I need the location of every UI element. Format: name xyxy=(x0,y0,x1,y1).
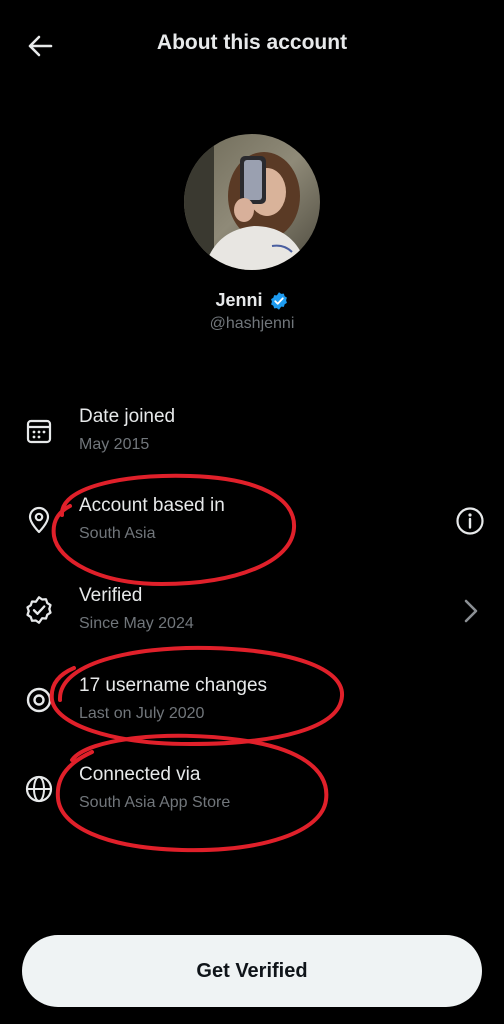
detail-label: Date joined xyxy=(79,406,176,427)
avatar xyxy=(184,134,320,270)
detail-value: South Asia App Store xyxy=(79,794,231,811)
detail-value: South Asia xyxy=(79,525,156,542)
globe-icon xyxy=(22,772,56,806)
page-title: About this account xyxy=(156,31,348,54)
detail-row-connected-via: Connected via South Asia App Store xyxy=(0,762,504,832)
detail-label: Connected via xyxy=(79,764,201,785)
detail-value: Last on July 2020 xyxy=(79,705,205,722)
profile-name: Jenni xyxy=(215,290,263,310)
location-pin-icon xyxy=(22,503,56,537)
calendar-icon xyxy=(22,414,56,448)
detail-row-date-joined: Date joined May 2015 xyxy=(0,404,504,474)
detail-value: May 2015 xyxy=(79,436,150,453)
profile-name-row: Jenni xyxy=(0,290,504,311)
detail-label: Verified xyxy=(79,585,143,606)
chevron-right-icon xyxy=(452,593,488,629)
verified-badge-icon xyxy=(270,291,287,310)
username-at-icon xyxy=(22,683,56,717)
profile-handle: @hashjenni xyxy=(209,315,295,332)
detail-row-username-changes: 17 username changes Last on July 2020 xyxy=(0,673,504,743)
detail-value: Since May 2024 xyxy=(79,615,194,632)
detail-label: Account based in xyxy=(79,495,225,516)
detail-row-verified[interactable]: Verified Since May 2024 xyxy=(0,583,504,653)
verified-badge-icon xyxy=(22,593,56,627)
detail-row-account-based-in: Account based in South Asia xyxy=(0,493,504,563)
detail-label: 17 username changes xyxy=(79,675,268,696)
get-verified-button[interactable]: Get Verified xyxy=(22,935,482,1007)
info-button[interactable] xyxy=(452,503,488,539)
header-bar: About this account xyxy=(0,0,504,90)
get-verified-label: Get Verified xyxy=(196,959,308,982)
info-icon xyxy=(456,507,484,535)
